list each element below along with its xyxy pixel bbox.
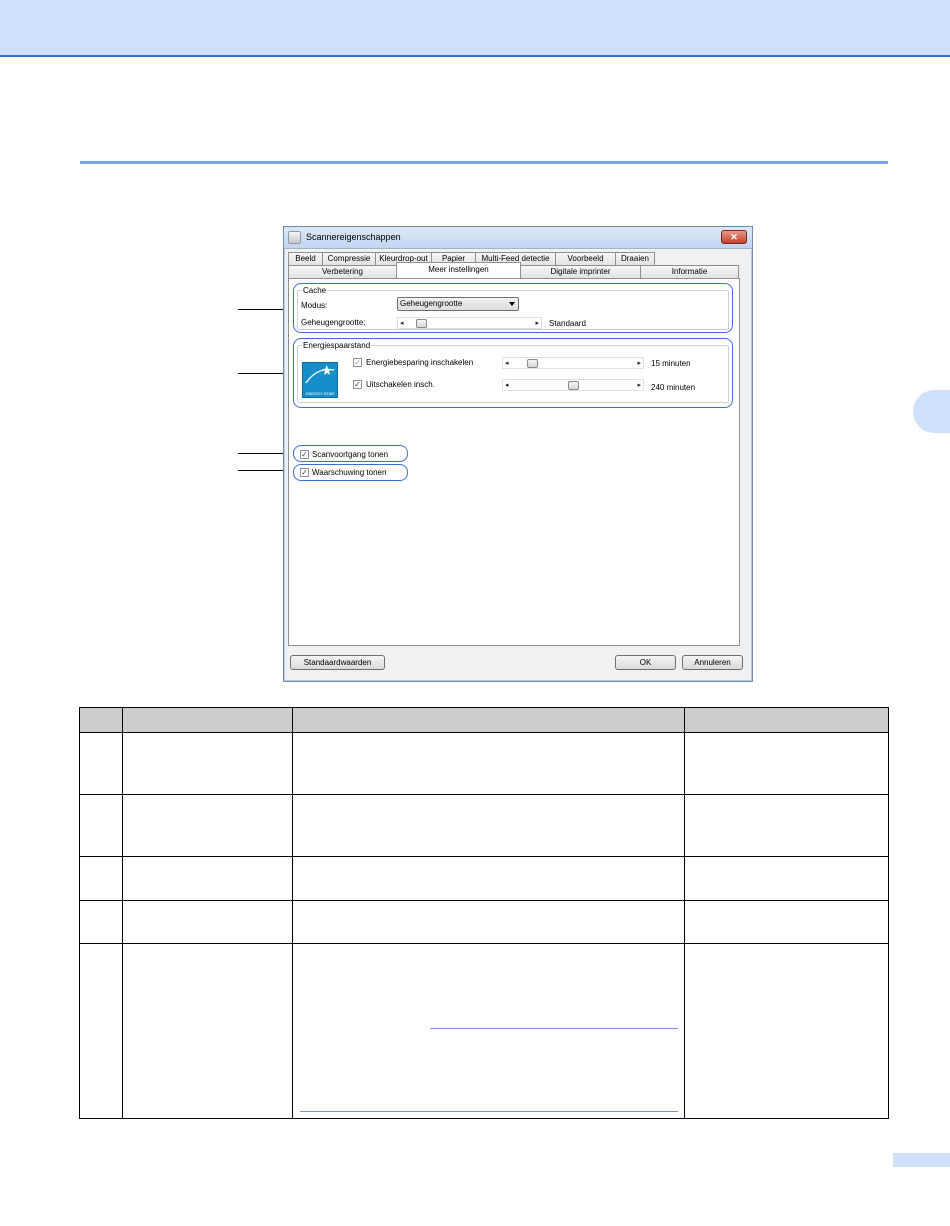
table-header: [80, 708, 888, 733]
scanner-app-icon: [288, 231, 301, 244]
scan-progress-label: Scanvoortgang tonen: [312, 450, 389, 459]
tab-verbetering[interactable]: Verbetering: [288, 265, 397, 278]
geheugengrootte-slider[interactable]: ◂ ▸: [397, 317, 542, 329]
geheugengrootte-value: Standaard: [549, 319, 586, 328]
modus-label: Modus:: [301, 301, 328, 310]
cancel-button[interactable]: Annuleren: [682, 655, 743, 670]
slider-left-arrow-icon[interactable]: ◂: [400, 319, 404, 327]
slider-right-arrow-icon[interactable]: ▸: [637, 381, 641, 389]
settings-table: [79, 707, 889, 1119]
show-warning-checkbox[interactable]: ✓: [300, 468, 309, 477]
energy-star-icon: [305, 365, 335, 384]
table-column-divider: [292, 708, 293, 1118]
modus-select[interactable]: Geheugengrootte: [397, 297, 519, 311]
energy-off-slider[interactable]: ◂ ▸: [502, 379, 644, 391]
energy-off-value: 240 minuten: [651, 383, 696, 392]
energy-save-label: Energiebesparing inschakelen: [366, 358, 474, 367]
energy-star-text: ENERGY STAR: [305, 391, 335, 396]
table-row-divider: [80, 856, 888, 857]
tab-draaien[interactable]: Draaien: [615, 252, 655, 265]
tab-voorbeeld[interactable]: Voorbeeld: [555, 252, 616, 265]
dialog-titlebar[interactable]: Scannereigenschappen ✕: [284, 227, 752, 249]
table-column-divider: [122, 708, 123, 1118]
energy-star-logo: ENERGY STAR: [302, 362, 338, 398]
tab-meer-instellingen[interactable]: Meer instellingen: [396, 262, 521, 278]
defaults-button[interactable]: Standaardwaarden: [290, 655, 385, 670]
tab-informatie[interactable]: Informatie: [640, 265, 739, 278]
energy-legend: Energiespaarstand: [302, 341, 372, 350]
energy-group: Energiespaarstand: [297, 341, 729, 403]
table-row-divider: [80, 943, 888, 944]
link-underline[interactable]: [430, 1028, 678, 1029]
scanner-properties-dialog: Scannereigenschappen ✕ Beeld Compressie …: [283, 226, 753, 682]
slider-thumb[interactable]: [416, 319, 428, 328]
ok-button[interactable]: OK: [615, 655, 676, 670]
dialog-title: Scannereigenschappen: [306, 232, 401, 242]
geheugengrootte-label: Geheugengrootte:: [301, 318, 366, 327]
settings-panel: Cache Modus: Geheugengrootte Geheugengro…: [288, 278, 740, 646]
tab-compressie[interactable]: Compressie: [322, 252, 376, 265]
modus-select-value: Geheugengrootte: [400, 299, 463, 308]
table-column-divider: [684, 708, 685, 1118]
scan-progress-checkbox[interactable]: ✓: [300, 450, 309, 459]
close-button[interactable]: ✕: [721, 230, 747, 244]
energy-save-checkbox[interactable]: ✓: [353, 358, 362, 367]
slider-left-arrow-icon[interactable]: ◂: [505, 359, 509, 367]
section-heading-rule: [80, 161, 888, 164]
tab-beeld[interactable]: Beeld: [288, 252, 323, 265]
tab-row-bottom: Verbetering Meer instellingen Digitale i…: [288, 262, 739, 278]
energy-off-checkbox[interactable]: ✓: [353, 380, 362, 389]
chevron-down-icon: [509, 302, 515, 306]
energy-off-label: Uitschakelen insch.: [366, 380, 435, 389]
slider-right-arrow-icon[interactable]: ▸: [535, 319, 539, 327]
slider-thumb[interactable]: [567, 381, 579, 390]
page-number-tab: [893, 1153, 950, 1167]
slider-right-arrow-icon[interactable]: ▸: [637, 359, 641, 367]
table-row-divider: [80, 900, 888, 901]
slider-thumb[interactable]: [526, 359, 538, 368]
energy-save-slider[interactable]: ◂ ▸: [502, 357, 644, 369]
tab-digitale-imprinter[interactable]: Digitale imprinter: [520, 265, 641, 278]
page-header-band: [0, 0, 950, 57]
show-warning-label: Waarschuwing tonen: [312, 468, 387, 477]
table-row-divider: [80, 794, 888, 795]
chapter-side-tab: [913, 390, 950, 433]
energy-save-value: 15 minuten: [651, 359, 691, 368]
slider-left-arrow-icon[interactable]: ◂: [505, 381, 509, 389]
link-underline[interactable]: [300, 1111, 678, 1112]
cache-legend: Cache: [302, 286, 328, 295]
